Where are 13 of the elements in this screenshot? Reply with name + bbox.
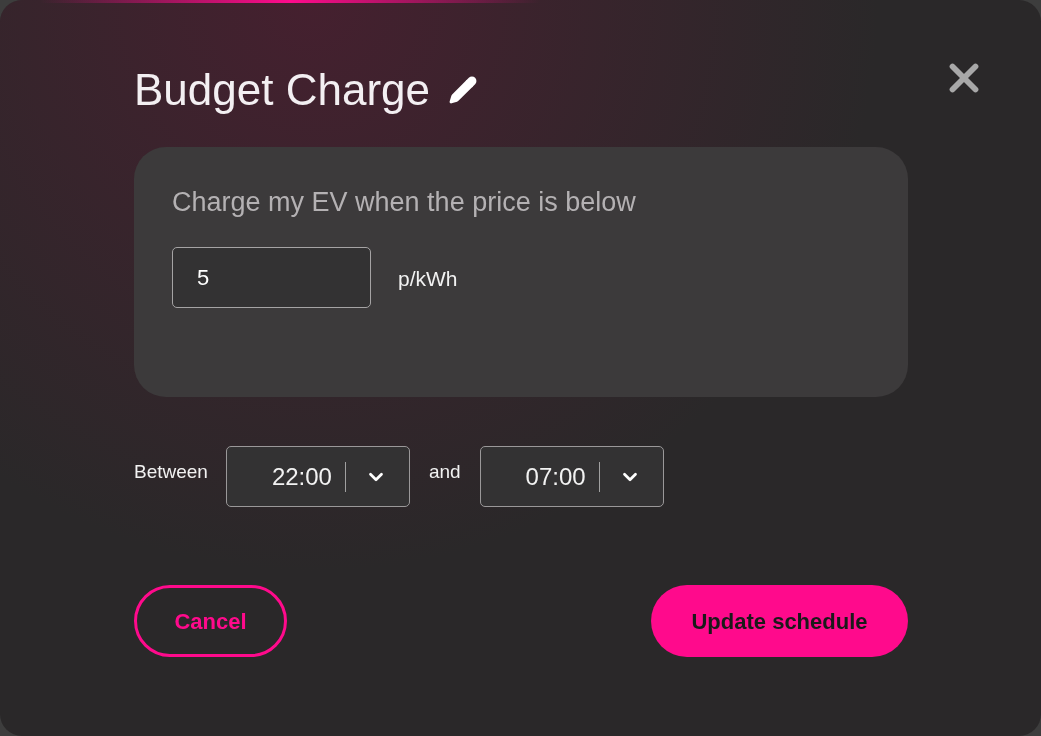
between-label: Between (134, 460, 208, 485)
price-input[interactable]: 5 (172, 247, 371, 308)
pencil-icon[interactable] (448, 75, 478, 105)
time-value: 07:00 (524, 461, 587, 492)
update-schedule-button[interactable]: Update schedule (651, 585, 908, 657)
unit-label: p/kWh (398, 266, 458, 292)
time-value: 22:00 (270, 461, 333, 492)
and-label: and (428, 460, 461, 485)
cancel-button[interactable]: Cancel (134, 585, 287, 657)
dialog-title: Budget Charge (134, 64, 430, 116)
time-select[interactable]: 22:00 (225, 446, 410, 507)
time-select[interactable]: 07:00 (479, 446, 664, 507)
price-prompt: Charge my EV when the price is below (172, 186, 637, 219)
